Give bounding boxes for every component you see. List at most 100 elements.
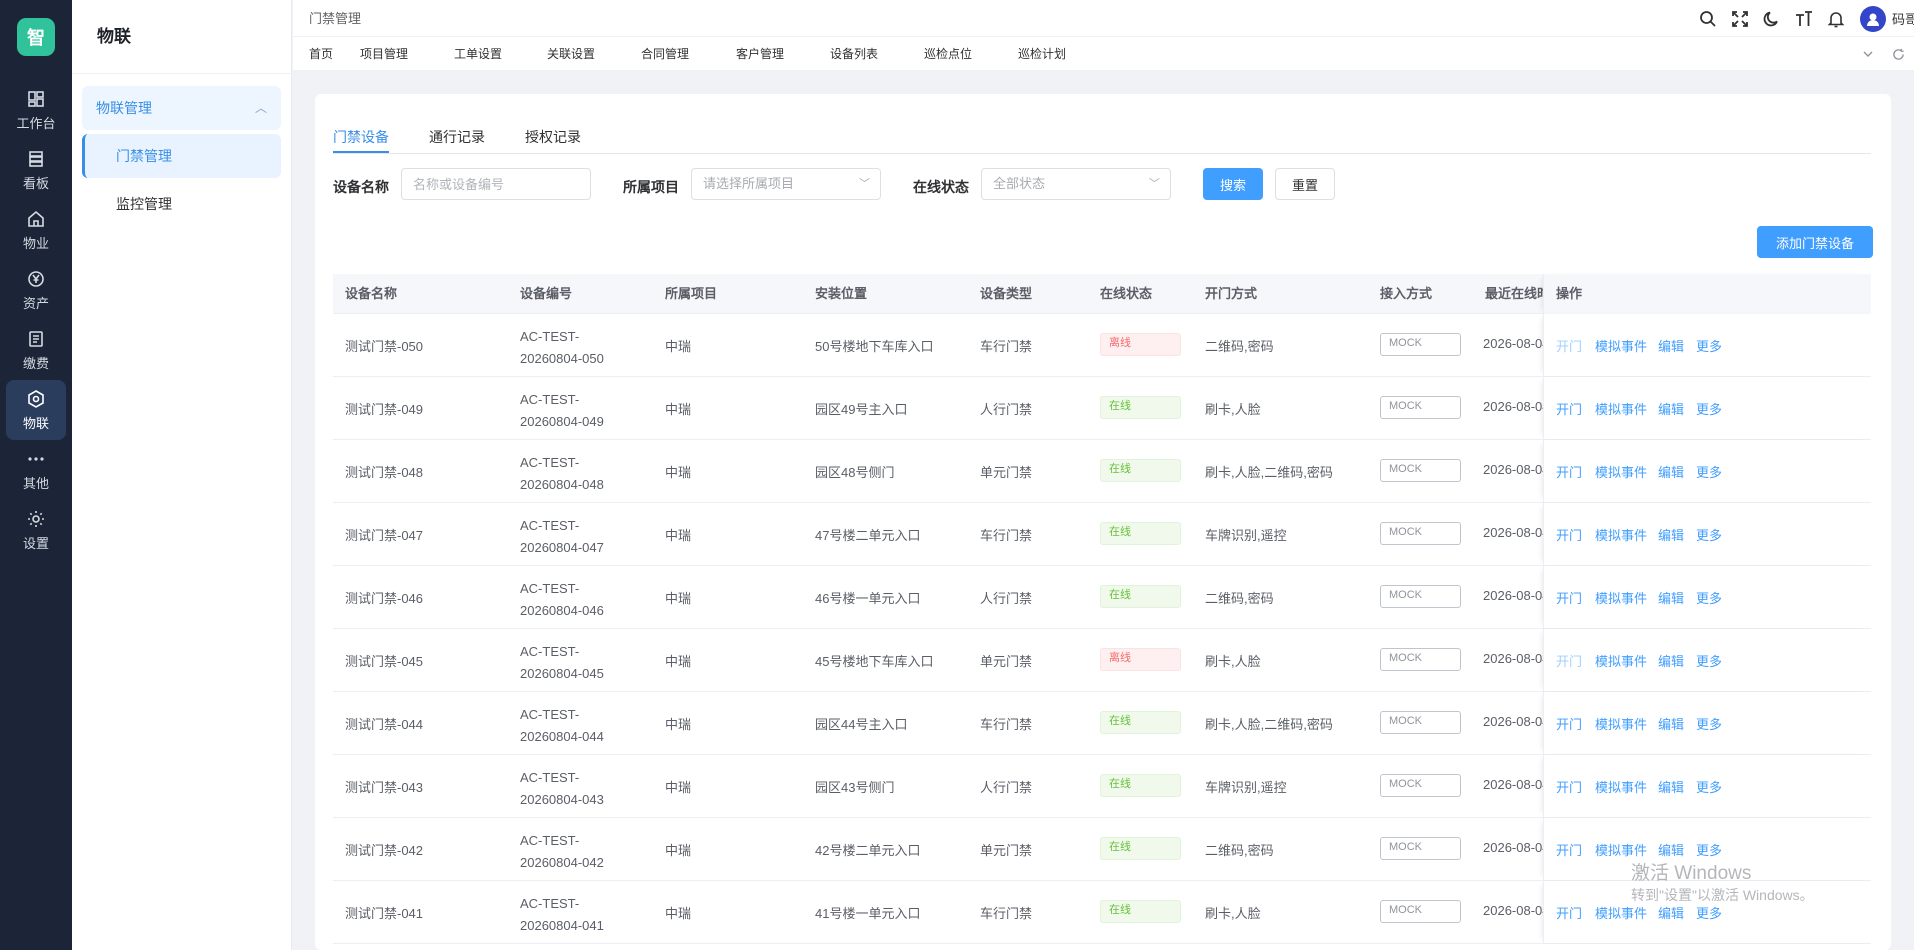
edit-button[interactable]: 编辑 (1658, 714, 1684, 733)
device-code-line1: AC-TEST- (520, 896, 580, 911)
open-door-button[interactable]: 开门 (1556, 462, 1582, 481)
project-select[interactable]: 请选择所属项目 ﹀ (691, 168, 881, 200)
device-code-line1: AC-TEST- (520, 518, 580, 533)
add-access-device-button[interactable]: 添加门禁设备 (1757, 226, 1873, 258)
tab-work-order-settings[interactable]: 工单设置 (454, 37, 502, 71)
tab-inspection-points[interactable]: 巡检点位 (924, 37, 972, 71)
rail-item-assets[interactable]: 资产 (0, 260, 72, 320)
tab-relation-settings[interactable]: 关联设置 (547, 37, 595, 71)
simulate-event-button[interactable]: 模拟事件 (1595, 840, 1647, 859)
open-door-button[interactable]: 开门 (1556, 399, 1582, 418)
edit-button[interactable]: 编辑 (1658, 525, 1684, 544)
tab-project-management[interactable]: 项目管理 (360, 37, 408, 71)
sidebar-item-access-control[interactable]: 门禁管理 (82, 134, 281, 178)
edit-button[interactable]: 编辑 (1658, 840, 1684, 859)
location-cell: 41号楼一单元入口 (815, 906, 921, 921)
location-cell: 园区44号主入口 (815, 717, 908, 732)
simulate-event-button[interactable]: 模拟事件 (1595, 525, 1647, 544)
tab-home[interactable]: 首页 (309, 37, 333, 71)
status-select[interactable]: 全部状态 ﹀ (981, 168, 1171, 200)
edit-button[interactable]: 编辑 (1658, 336, 1684, 355)
edit-button[interactable]: 编辑 (1658, 462, 1684, 481)
rail-item-billing[interactable]: 缴费 (0, 320, 72, 380)
more-button[interactable]: 更多 (1696, 336, 1722, 355)
more-button[interactable]: 更多 (1696, 588, 1722, 607)
open-door-button[interactable]: 开门 (1556, 588, 1582, 607)
tab-inspection-plan[interactable]: 巡检计划 (1018, 37, 1066, 71)
tab-device-list[interactable]: 设备列表 (830, 37, 878, 71)
simulate-event-button[interactable]: 模拟事件 (1595, 399, 1647, 418)
simulate-event-button[interactable]: 模拟事件 (1595, 903, 1647, 922)
device-code-line1: AC-TEST- (520, 770, 580, 785)
open-door-button[interactable]: 开门 (1556, 336, 1582, 355)
filter-project-label: 所属项目 (623, 179, 679, 195)
simulate-event-button[interactable]: 模拟事件 (1595, 588, 1647, 607)
edit-button[interactable]: 编辑 (1658, 651, 1684, 670)
rail-item-dashboard[interactable]: 看板 (0, 140, 72, 200)
search-button[interactable]: 搜索 (1203, 168, 1263, 200)
search-button[interactable] (1692, 0, 1724, 37)
open-mode-cell: 二维码,密码 (1205, 591, 1274, 606)
device-code-line2: 20260804-049 (520, 414, 604, 429)
rail-item-property[interactable]: 物业 (0, 200, 72, 260)
more-button[interactable]: 更多 (1696, 399, 1722, 418)
simulate-event-button[interactable]: 模拟事件 (1595, 336, 1647, 355)
simulate-event-button[interactable]: 模拟事件 (1595, 714, 1647, 733)
fullscreen-button[interactable] (1724, 0, 1756, 37)
edit-button[interactable]: 编辑 (1658, 903, 1684, 922)
tab-customer-management[interactable]: 客户管理 (736, 37, 784, 71)
more-button[interactable]: 更多 (1696, 651, 1722, 670)
open-door-button[interactable]: 开门 (1556, 525, 1582, 544)
more-button[interactable]: 更多 (1696, 714, 1722, 733)
device-code-line1: AC-TEST- (520, 392, 580, 407)
font-size-icon (1796, 10, 1812, 26)
open-door-button[interactable]: 开门 (1556, 714, 1582, 733)
rail-item-other[interactable]: 其他 (0, 440, 72, 500)
more-button[interactable]: 更多 (1696, 903, 1722, 922)
more-button[interactable]: 更多 (1696, 840, 1722, 859)
table-row: 测试门禁-050 AC-TEST- 20260804-050 中瑞 50号楼地下车库入口… (333, 314, 1871, 377)
notifications-button[interactable] (1820, 0, 1852, 37)
rail-item-iot[interactable]: 物联 (6, 380, 66, 440)
avatar[interactable] (1860, 5, 1886, 32)
open-door-button[interactable]: 开门 (1556, 840, 1582, 859)
simulate-event-button[interactable]: 模拟事件 (1595, 651, 1647, 670)
simulate-event-button[interactable]: 模拟事件 (1595, 462, 1647, 481)
user-name[interactable]: 码哥 (1892, 9, 1914, 28)
tabs-dropdown-button[interactable] (1855, 37, 1881, 71)
edit-button[interactable]: 编辑 (1658, 777, 1684, 796)
access-mode-tag: MOCK (1380, 900, 1461, 923)
reset-button[interactable]: 重置 (1275, 168, 1335, 200)
rail-item-workbench[interactable]: 工作台 (0, 80, 72, 140)
last-online-cell: 2026-08-04 (1483, 588, 1550, 603)
device-name-input[interactable] (401, 168, 591, 200)
open-door-button[interactable]: 开门 (1556, 903, 1582, 922)
edit-button[interactable]: 编辑 (1658, 588, 1684, 607)
more-button[interactable]: 更多 (1696, 777, 1722, 796)
subtab-pass-records[interactable]: 通行记录 (429, 127, 485, 147)
row-operations: 开门 模拟事件 编辑 更多 (1543, 440, 1871, 502)
rail-item-settings[interactable]: 设置 (0, 500, 72, 560)
last-online-cell: 2026-08-04 (1483, 525, 1550, 540)
open-door-button[interactable]: 开门 (1556, 777, 1582, 796)
more-button[interactable]: 更多 (1696, 462, 1722, 481)
more-button[interactable]: 更多 (1696, 525, 1722, 544)
simulate-event-button[interactable]: 模拟事件 (1595, 777, 1647, 796)
rail-menu: 工作台 看板 物业 资产 缴费 物联 其他 设置 (0, 80, 72, 560)
tab-contract-management[interactable]: 合同管理 (641, 37, 689, 71)
sidebar-group-iot-management[interactable]: 物联管理 ︿ (82, 86, 281, 130)
subtab-authorization-records[interactable]: 授权记录 (525, 127, 581, 147)
font-size-button[interactable] (1788, 0, 1820, 37)
open-door-button[interactable]: 开门 (1556, 651, 1582, 670)
edit-button[interactable]: 编辑 (1658, 399, 1684, 418)
last-online-cell: 2026-08-04 (1483, 903, 1550, 918)
refresh-button[interactable] (1885, 37, 1911, 71)
status-badge: 在线 (1100, 396, 1181, 419)
device-code-cell: AC-TEST- 20260804-048 (520, 452, 604, 496)
device-name-cell: 测试门禁-041 (345, 906, 424, 921)
subtab-access-devices[interactable]: 门禁设备 (333, 127, 389, 147)
sidebar-item-monitoring[interactable]: 监控管理 (82, 182, 281, 226)
project-cell: 中瑞 (665, 591, 692, 606)
theme-toggle-button[interactable] (1756, 0, 1788, 37)
open-mode-cell: 刷卡,人脸 (1205, 654, 1261, 669)
